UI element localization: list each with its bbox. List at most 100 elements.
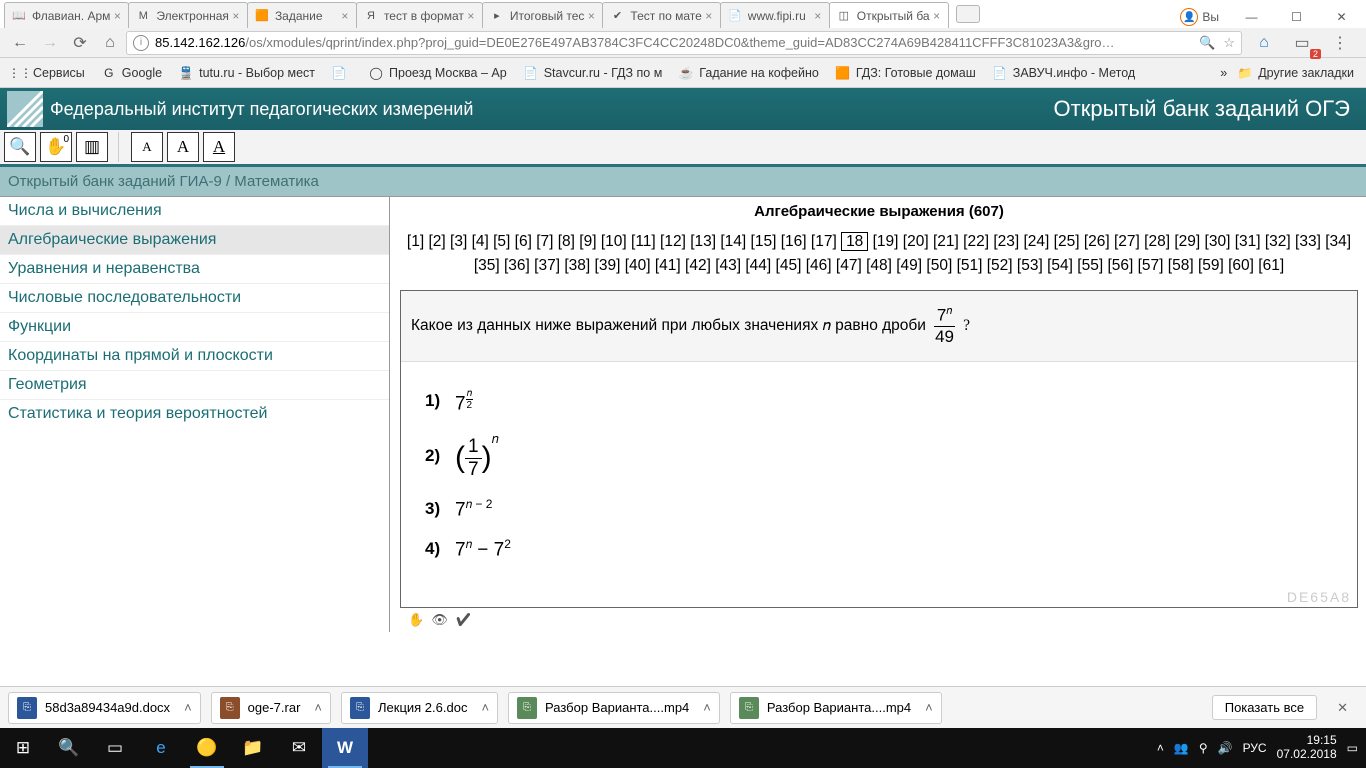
sidebar-item[interactable]: Функции [0,312,389,341]
page-link[interactable]: [52] [987,257,1013,274]
network-icon[interactable]: ⚲ [1199,741,1208,755]
tool-search[interactable]: 🔍 [4,132,36,162]
close-icon[interactable]: × [811,9,825,23]
page-link[interactable]: [10] [601,233,627,250]
font-large[interactable]: A [203,132,235,162]
close-button[interactable]: ✕ [1319,6,1364,28]
url-input[interactable]: i 85.142.162.126/os/xmodules/qprint/inde… [126,31,1242,55]
page-link[interactable]: [45] [776,257,802,274]
font-small[interactable]: A [131,132,163,162]
bookmark-item[interactable]: ⋮⋮Сервисы [6,63,91,83]
browser-tab[interactable]: 📖Флавиан. Арм× [4,2,129,28]
action-center[interactable]: ▭ [1347,741,1358,755]
page-link[interactable]: [40] [625,257,651,274]
browser-tab[interactable]: ▸Итоговый тес× [482,2,604,28]
extension-home-icon[interactable]: ⌂ [1250,30,1278,56]
browser-tab[interactable]: ◫Открытый ба× [829,2,949,28]
page-link[interactable]: [32] [1265,233,1291,250]
close-icon[interactable]: × [110,9,124,23]
tool-hand[interactable]: ✋0 [40,132,72,162]
page-link[interactable]: [3] [450,233,467,250]
page-link[interactable]: [48] [866,257,892,274]
close-downloads-bar[interactable]: ✕ [1327,700,1358,716]
other-bookmarks[interactable]: 📁Другие закладки [1231,63,1360,83]
page-link[interactable]: [19] [873,233,899,250]
page-link[interactable]: [50] [926,257,952,274]
search-taskbar[interactable]: 🔍 [46,728,92,768]
page-link[interactable]: [27] [1114,233,1140,250]
home-button[interactable]: ⌂ [96,30,124,56]
page-link[interactable]: [1] [407,233,424,250]
profile-button[interactable]: 👤Вы [1170,8,1229,26]
page-link[interactable]: [26] [1084,233,1110,250]
page-link[interactable]: [28] [1144,233,1170,250]
page-link[interactable]: [58] [1168,257,1194,274]
browser-tab[interactable]: Ятест в формат× [356,2,483,28]
show-all-downloads[interactable]: Показать все [1212,695,1317,720]
page-link[interactable]: [14] [720,233,746,250]
edge-app[interactable]: e [138,728,184,768]
page-link[interactable]: [61] [1258,257,1284,274]
page-link[interactable]: [54] [1047,257,1073,274]
browser-tab[interactable]: 📄www.fipi.ru× [720,2,830,28]
tray-expand[interactable]: ˄ [1157,741,1164,755]
page-link[interactable]: [60] [1228,257,1254,274]
page-link[interactable]: [4] [472,233,489,250]
page-link[interactable]: [36] [504,257,530,274]
page-link[interactable]: [53] [1017,257,1043,274]
bookmark-item[interactable]: 📄Stavcur.ru - ГДЗ по м [517,63,669,83]
close-icon[interactable]: × [229,9,243,23]
page-link[interactable]: [39] [595,257,621,274]
download-item[interactable]: ⎘58d3a89434a9d.docx˄ [8,692,201,724]
page-link[interactable]: [55] [1077,257,1103,274]
page-link[interactable]: [16] [781,233,807,250]
sidebar-item[interactable]: Уравнения и неравенства [0,254,389,283]
bookmark-item[interactable]: 📄ЗАВУЧ.инфо - Метод [986,63,1141,83]
page-link[interactable]: [46] [806,257,832,274]
font-medium[interactable]: A [167,132,199,162]
browser-tab[interactable]: 🟧Задание× [247,2,357,28]
language-indicator[interactable]: РУС [1243,741,1267,755]
task-view[interactable]: ▭ [92,728,138,768]
bookmark-item[interactable]: GGoogle [95,63,168,83]
chrome-app[interactable]: 🟡 [184,728,230,768]
reload-button[interactable]: ⟳ [66,30,94,56]
site-logo[interactable] [0,88,50,130]
page-link[interactable]: [20] [903,233,929,250]
page-link[interactable]: [24] [1023,233,1049,250]
page-link[interactable]: [47] [836,257,862,274]
page-link[interactable]: [56] [1107,257,1133,274]
page-link[interactable]: [15] [751,233,777,250]
download-item[interactable]: ⎘Разбор Варианта....mp4˄ [508,692,720,724]
bookmark-item[interactable]: ☕Гадание на кофейно [672,63,825,83]
page-link[interactable]: [33] [1295,233,1321,250]
page-link[interactable]: [12] [660,233,686,250]
sidebar-item[interactable]: Числа и вычисления [0,197,389,225]
page-link[interactable]: [43] [715,257,741,274]
bookmark-item[interactable]: 🚆tutu.ru - Выбор мест [172,63,321,83]
page-link[interactable]: [44] [745,257,771,274]
option-1[interactable]: 1) 7𝑛2 [425,388,1333,415]
download-item[interactable]: ⎘Лекция 2.6.doc˄ [341,692,498,724]
page-link[interactable]: [30] [1205,233,1231,250]
option-4[interactable]: 4) 7𝑛 − 72 [425,537,1333,561]
page-link[interactable]: [7] [536,233,553,250]
page-link[interactable]: [34] [1325,233,1351,250]
back-button[interactable]: ← [6,30,34,56]
option-3[interactable]: 3) 7𝑛 − 2 [425,497,1333,521]
page-link[interactable]: [38] [564,257,590,274]
sidebar-item[interactable]: Алгебраические выражения [0,225,389,254]
download-item[interactable]: ⎘oge-7.rar˄ [211,692,331,724]
page-link[interactable]: [35] [474,257,500,274]
page-link[interactable]: [2] [428,233,445,250]
page-link[interactable]: [23] [993,233,1019,250]
bookmark-item[interactable]: ◯Проезд Москва – Ар [362,63,513,83]
maximize-button[interactable]: ☐ [1274,6,1319,28]
browser-tab[interactable]: ✔Тест по мате× [602,2,720,28]
page-link[interactable]: [22] [963,233,989,250]
page-link[interactable]: [17] [811,233,837,250]
search-in-url-icon[interactable]: 🔍 [1199,35,1215,51]
close-icon[interactable]: × [338,9,352,23]
explorer-app[interactable]: 📁 [230,728,276,768]
page-link[interactable]: [41] [655,257,681,274]
